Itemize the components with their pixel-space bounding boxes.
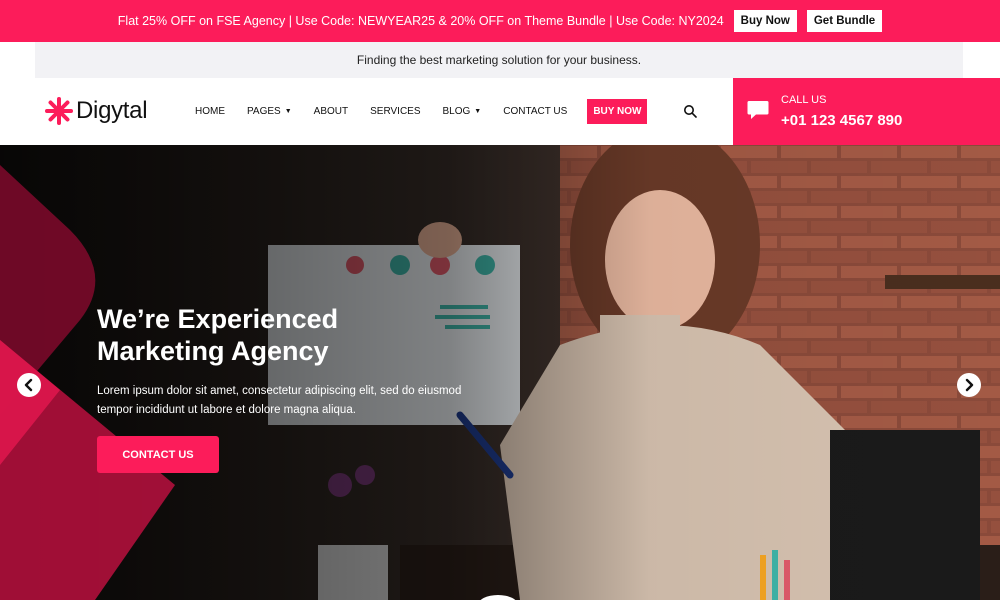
main-nav: HOME PAGES ▼ ABOUT SERVICES BLOG ▼ CONTACT… — [195, 98, 648, 124]
site-header: Digytal HOME PAGES ▼ ABOUT SERVICES BLOG ▼… — [0, 78, 1000, 145]
chat-bubble-icon — [747, 101, 769, 119]
nav-blog-label: BLOG — [442, 105, 471, 117]
slider-next-button[interactable] — [957, 373, 981, 397]
promo-text: Flat 25% OFF on FSE Agency | Use Code: N… — [117, 14, 724, 28]
call-us-number: +01 123 4567 890 — [781, 112, 903, 129]
hero-description: Lorem ipsum dolor sit amet, consectetur … — [97, 385, 462, 416]
hero-background-image — [0, 145, 1000, 600]
nav-pages-label: PAGES — [247, 105, 281, 117]
nav-home[interactable]: HOME — [195, 106, 225, 117]
caret-down-icon: ▼ — [284, 107, 292, 115]
nav-contact-label: CONTACT US — [503, 105, 568, 117]
logo-text: Digytal — [76, 97, 148, 124]
nav-contact[interactable]: CONTACT US — [503, 106, 567, 117]
nav-home-label: HOME — [195, 105, 225, 117]
tagline-strip: Finding the best marketing solution for … — [35, 42, 963, 78]
get-bundle-button[interactable]: Get Bundle — [806, 10, 883, 32]
asterisk-logo-icon — [45, 97, 73, 125]
arrow-left-icon — [24, 378, 33, 392]
nav-pages[interactable]: PAGES ▼ — [247, 106, 292, 117]
promo-bar: Flat 25% OFF on FSE Agency | Use Code: N… — [0, 0, 1000, 42]
hero-slider: We’re Experienced Marketing Agency Lorem… — [0, 145, 1000, 600]
nav-services[interactable]: SERVICES — [370, 106, 420, 117]
call-us-box[interactable]: CALL US +01 123 4567 890 — [733, 78, 1000, 145]
nav-about[interactable]: ABOUT — [314, 106, 348, 117]
site-logo[interactable]: Digytal — [44, 96, 148, 126]
nav-about-label: ABOUT — [313, 105, 349, 117]
buy-now-button[interactable]: BUY NOW — [587, 98, 648, 124]
nav-services-label: SERVICES — [370, 105, 421, 117]
hero-title: We’re Experienced Marketing Agency — [97, 304, 339, 366]
tagline-text: Finding the best marketing solution for … — [356, 53, 642, 67]
nav-blog[interactable]: BLOG ▼ — [443, 106, 482, 117]
hero-contact-button[interactable]: CONTACT US — [97, 436, 219, 473]
search-icon[interactable] — [683, 104, 697, 118]
slider-prev-button[interactable] — [17, 373, 41, 397]
call-us-label: CALL US — [781, 94, 827, 106]
caret-down-icon: ▼ — [474, 107, 482, 115]
arrow-right-icon — [965, 378, 974, 392]
buy-now-promo-button[interactable]: Buy Now — [733, 10, 797, 32]
